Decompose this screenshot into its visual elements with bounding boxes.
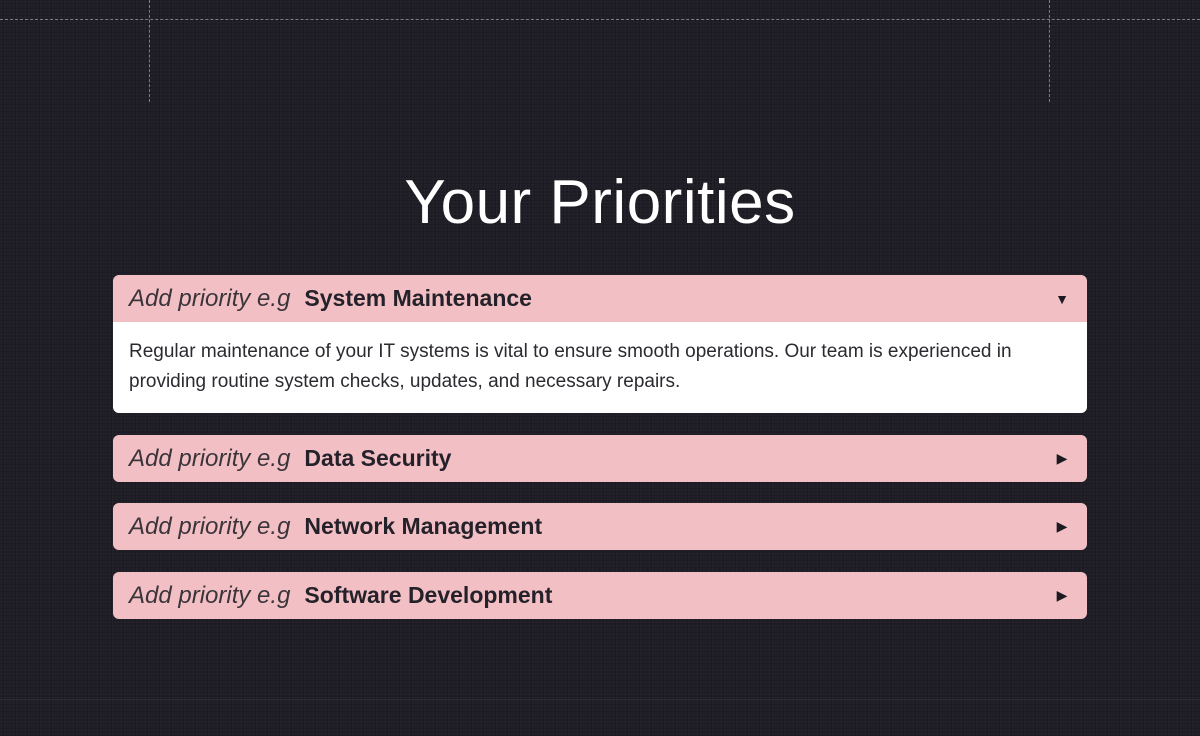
priority-title: Network Management (304, 513, 543, 539)
caret-down-icon[interactable]: ▼ (1053, 291, 1071, 307)
priority-prefix-label: Add priority e.g (129, 284, 291, 312)
priority-prefix-label: Add priority e.g (129, 581, 291, 609)
guide-line-right (1049, 0, 1050, 102)
priority-prefix-label: Add priority e.g (129, 444, 291, 472)
priority-accordion-system-maintenance: Add priority e.g System Maintenance ▼ Re… (113, 275, 1087, 413)
priority-accordion-network-management: Add priority e.g Network Management ▶ (113, 503, 1087, 550)
guide-line-left (149, 0, 150, 102)
priority-title: System Maintenance (304, 285, 532, 311)
priority-header-network-management[interactable]: Add priority e.g Network Management ▶ (113, 503, 1087, 550)
priority-accordion-software-development: Add priority e.g Software Development ▶ (113, 572, 1087, 619)
priority-accordion-data-security: Add priority e.g Data Security ▶ (113, 435, 1087, 482)
priority-prefix-label: Add priority e.g (129, 512, 291, 540)
caret-right-icon[interactable]: ▶ (1053, 518, 1071, 535)
guide-line-bottom (0, 699, 1200, 700)
priority-description: Regular maintenance of your IT systems i… (113, 322, 1087, 413)
guide-line-top (0, 19, 1200, 20)
page-title: Your Priorities (404, 168, 796, 237)
priority-header-data-security[interactable]: Add priority e.g Data Security ▶ (113, 435, 1087, 482)
priority-header-software-development[interactable]: Add priority e.g Software Development ▶ (113, 572, 1087, 619)
priority-title: Software Development (304, 582, 553, 608)
caret-right-icon[interactable]: ▶ (1053, 450, 1071, 467)
caret-right-icon[interactable]: ▶ (1053, 587, 1071, 604)
priority-header-system-maintenance[interactable]: Add priority e.g System Maintenance ▼ (113, 275, 1087, 322)
priority-title: Data Security (304, 445, 452, 471)
